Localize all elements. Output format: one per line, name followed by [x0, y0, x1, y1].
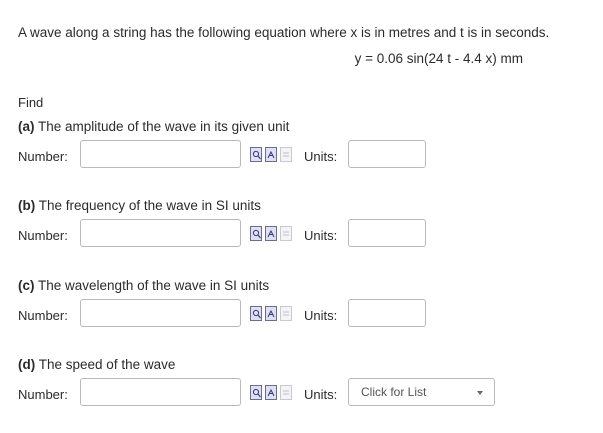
number-input[interactable]	[80, 378, 241, 406]
solution-icon[interactable]	[265, 306, 277, 321]
units-input[interactable]	[348, 299, 426, 327]
hint-icon[interactable]	[250, 306, 262, 321]
hint-icon[interactable]	[250, 226, 262, 241]
units-input[interactable]	[348, 140, 426, 168]
number-label: Number:	[18, 228, 68, 243]
number-input[interactable]	[80, 140, 241, 168]
solution-icon[interactable]	[265, 226, 277, 241]
solution-icon[interactable]	[265, 385, 277, 400]
problem-intro: A wave along a string has the following …	[18, 25, 550, 40]
units-label: Units:	[304, 149, 338, 164]
document-icon[interactable]	[280, 385, 292, 400]
number-label: Number:	[18, 149, 68, 164]
hint-icon[interactable]	[250, 147, 262, 162]
units-dropdown[interactable]: Click for List	[348, 378, 495, 406]
question-text: (c) The wavelength of the wave in SI uni…	[18, 278, 270, 293]
units-label: Units:	[304, 387, 338, 402]
question-part-d: (d) The speed of the wave Number: Units:…	[18, 357, 508, 417]
units-input[interactable]	[348, 219, 426, 247]
document-icon[interactable]	[280, 226, 292, 241]
units-dropdown-value: Click for List	[361, 385, 427, 399]
find-label: Find	[18, 95, 44, 110]
question-part-b: (b) The frequency of the wave in SI unit…	[18, 198, 438, 258]
solution-icon[interactable]	[265, 147, 277, 162]
wave-equation: y = 0.06 sin(24 t - 4.4 x) mm	[354, 51, 523, 66]
number-input[interactable]	[80, 219, 241, 247]
question-part-c: (c) The wavelength of the wave in SI uni…	[18, 278, 438, 338]
document-icon[interactable]	[280, 306, 292, 321]
hint-icon[interactable]	[250, 385, 262, 400]
chevron-down-icon	[477, 391, 483, 395]
question-text: (d) The speed of the wave	[18, 357, 176, 372]
question-text: (a) The amplitude of the wave in its giv…	[18, 119, 290, 134]
units-label: Units:	[304, 308, 338, 323]
number-label: Number:	[18, 387, 68, 402]
number-input[interactable]	[80, 299, 241, 327]
units-label: Units:	[304, 228, 338, 243]
number-label: Number:	[18, 308, 68, 323]
document-icon[interactable]	[280, 147, 292, 162]
question-part-a: (a) The amplitude of the wave in its giv…	[18, 119, 438, 179]
question-text: (b) The frequency of the wave in SI unit…	[18, 198, 261, 213]
